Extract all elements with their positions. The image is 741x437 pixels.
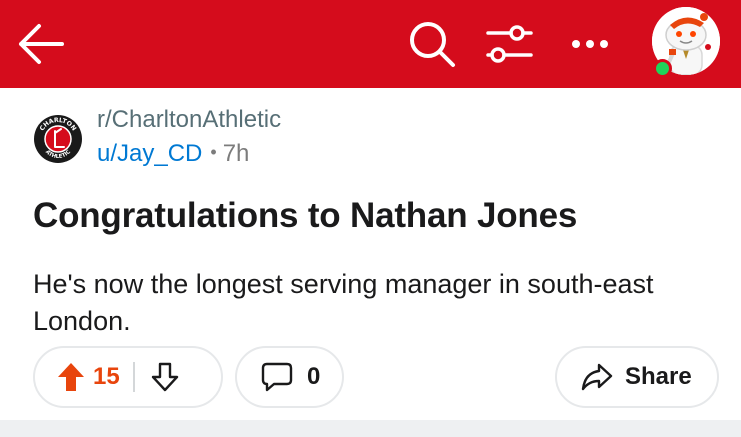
vote-bar: 15 (33, 346, 223, 408)
subreddit-link[interactable]: r/CharltonAthletic (97, 106, 281, 134)
feed-divider (0, 420, 741, 437)
filter-sliders-icon (486, 25, 533, 63)
upvote-count: 15 (93, 363, 120, 390)
comments-button[interactable]: 0 (235, 346, 344, 408)
post-body: He's now the longest serving manager in … (33, 269, 654, 336)
post-meta: u/Jay_CD • 7h (97, 140, 249, 168)
charlton-crest-icon: CHARLTON ATHLETIC (34, 115, 82, 163)
subreddit-icon[interactable]: CHARLTON ATHLETIC (33, 114, 83, 164)
upvote-button[interactable] (57, 362, 85, 392)
post-title: Congratulations to Nathan Jones (33, 196, 578, 235)
share-button[interactable]: Share (555, 346, 719, 408)
online-status-indicator (653, 59, 672, 78)
share-arrow-icon (581, 363, 613, 391)
search-button[interactable] (404, 18, 460, 70)
post-header: CHARLTON ATHLETIC r/CharltonAthletic u/J… (33, 106, 721, 168)
filter-button[interactable] (481, 18, 537, 70)
user-avatar-button[interactable] (652, 7, 720, 78)
back-arrow-icon (19, 24, 64, 64)
comment-count: 0 (307, 363, 321, 390)
back-button[interactable] (12, 18, 68, 70)
vote-divider (133, 362, 135, 392)
meta-separator: • (210, 142, 217, 162)
top-app-bar (0, 0, 741, 88)
downvote-button[interactable] (151, 362, 179, 392)
share-label: Share (625, 363, 692, 390)
more-dots-icon (572, 40, 608, 48)
post-age: 7h (222, 140, 250, 167)
more-options-button[interactable] (562, 18, 618, 70)
comment-bubble-icon (261, 362, 293, 392)
downvote-arrow-icon (151, 362, 179, 392)
search-icon (410, 22, 455, 67)
author-link[interactable]: u/Jay_CD (97, 140, 202, 167)
upvote-arrow-icon (58, 363, 84, 391)
